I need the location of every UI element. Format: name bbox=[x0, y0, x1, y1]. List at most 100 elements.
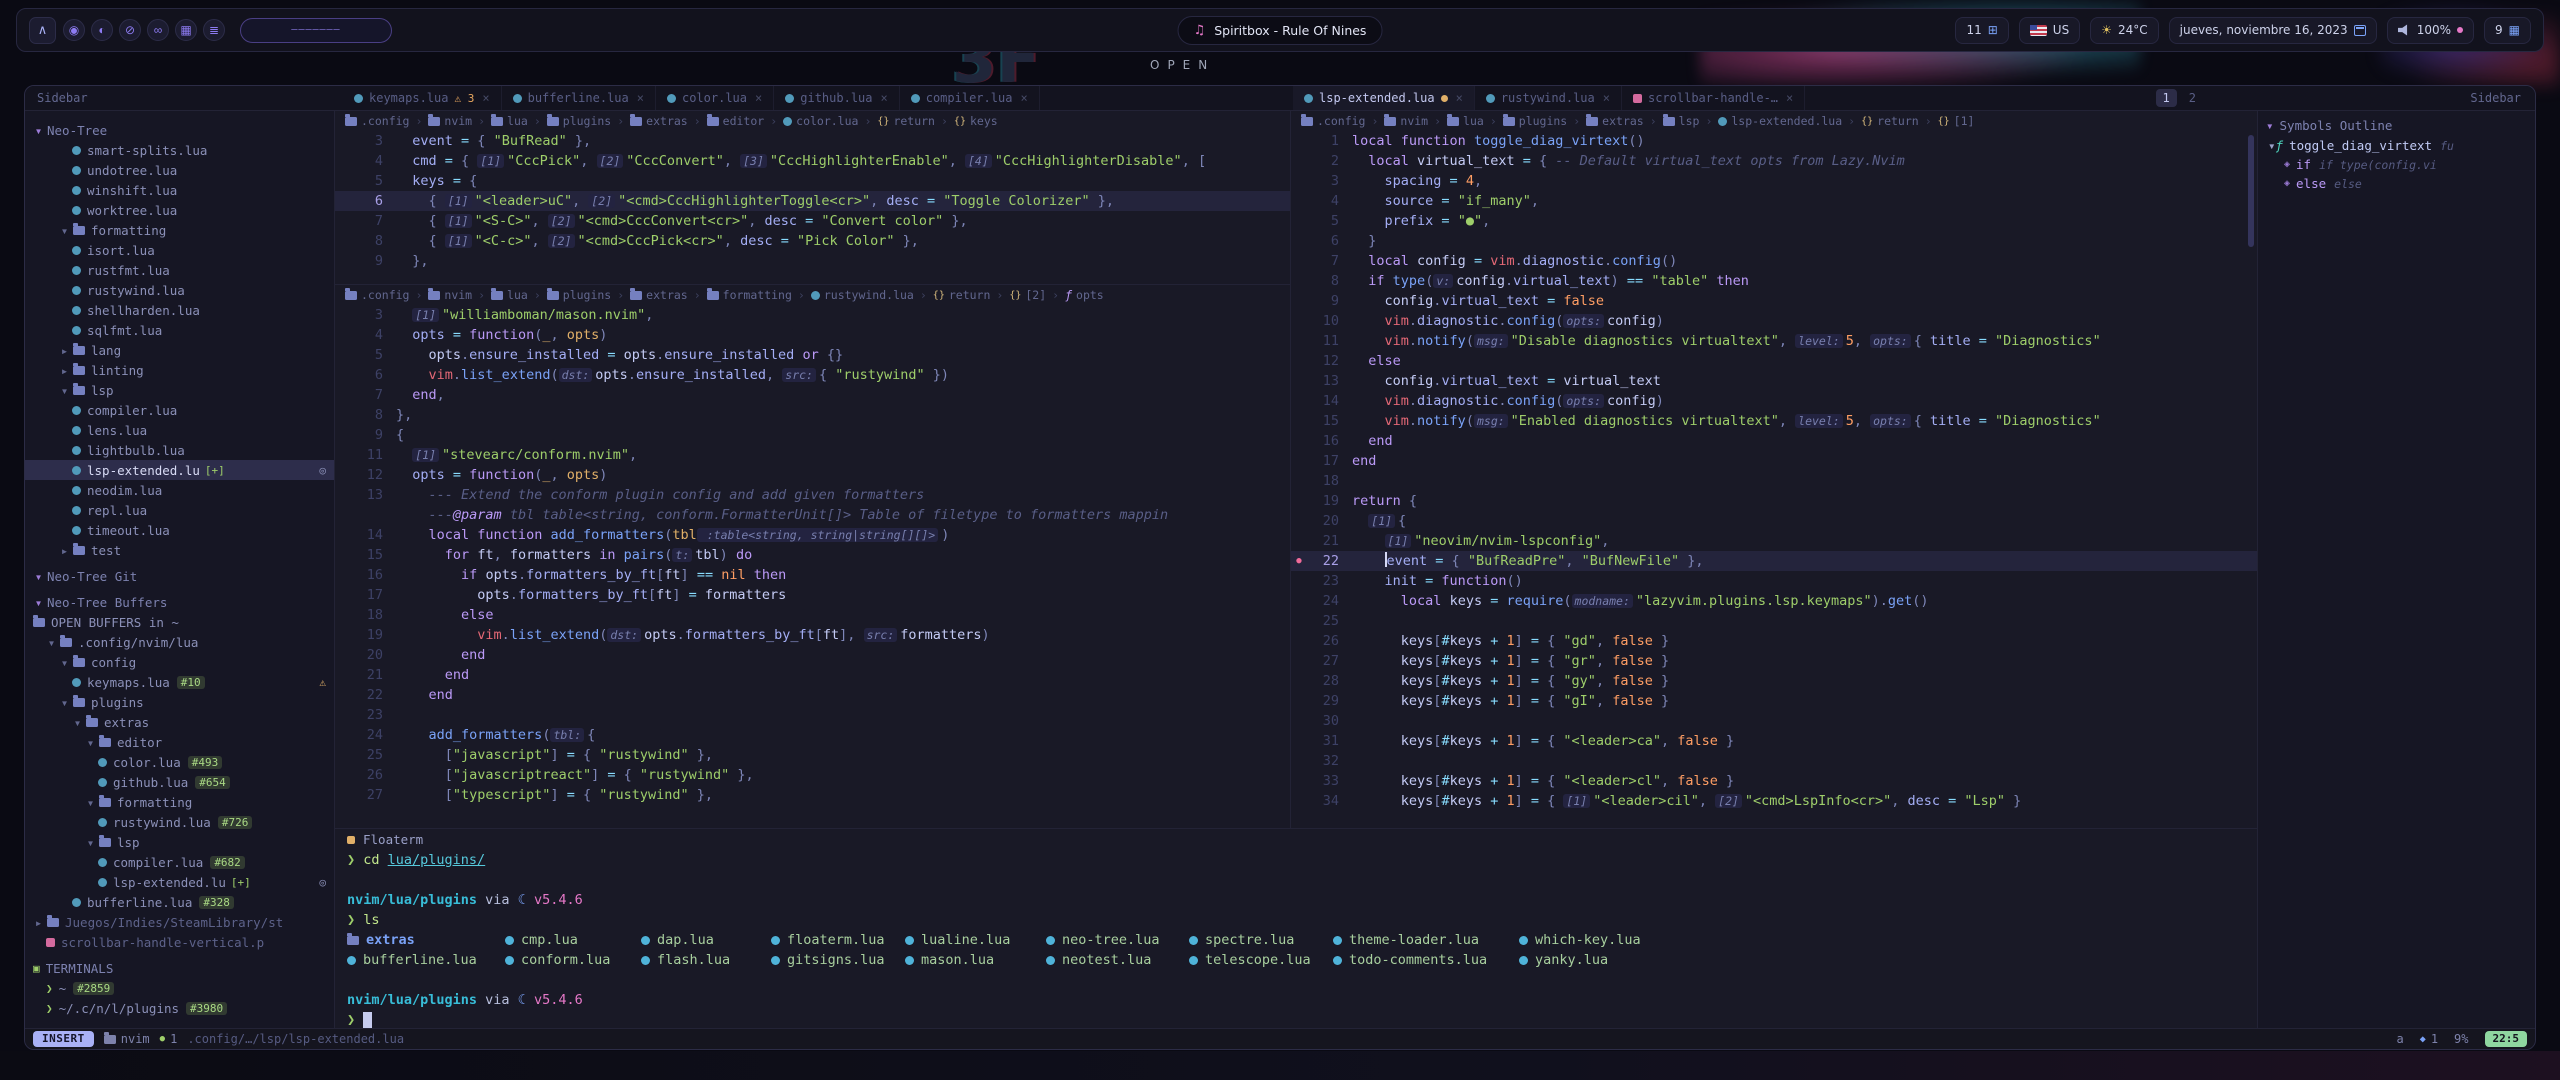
close-icon[interactable]: × bbox=[881, 91, 888, 105]
close-icon[interactable]: × bbox=[1786, 91, 1793, 105]
breadcrumb-item[interactable]: {}[1] bbox=[1938, 114, 1975, 128]
code-line[interactable]: 33 keys[#keys + 1] = { "<leader>cl", fal… bbox=[1291, 771, 2257, 791]
code-line[interactable]: 9 }, bbox=[335, 251, 1290, 271]
code-line[interactable]: 21 [1]"neovim/nvim-lspconfig", bbox=[1291, 531, 2257, 551]
symbols-outline-header[interactable]: ▾ Symbols Outline bbox=[2258, 114, 2535, 136]
tree-item[interactable]: scrollbar-handle-vertical.p bbox=[25, 932, 334, 952]
tree-section-header[interactable]: ▾Neo-Tree bbox=[25, 120, 334, 140]
floaterm-terminal[interactable]: Floaterm ❯ cd lua/plugins/nvim/lua/plugi… bbox=[335, 828, 2257, 1028]
code-line[interactable]: 25 bbox=[1291, 611, 2257, 631]
outline-item[interactable]: ▾ ƒtoggle_diag_virtextfu bbox=[2258, 136, 2535, 155]
tree-item[interactable]: ▸Juegos/Indies/SteamLibrary/st bbox=[25, 912, 334, 932]
tree-item[interactable]: ▾formatting bbox=[25, 220, 334, 240]
tree-item[interactable]: lightbulb.lua bbox=[25, 440, 334, 460]
tree-item[interactable]: undotree.lua bbox=[25, 160, 334, 180]
code-line[interactable]: 23 bbox=[335, 705, 1290, 725]
tab-page-2[interactable]: 2 bbox=[2182, 89, 2203, 107]
code-line[interactable]: 8 if type(v:config.virtual_text) == "tab… bbox=[1291, 271, 2257, 291]
bar-prompt-input[interactable]: ─────── bbox=[240, 18, 392, 43]
tree-item[interactable]: compiler.lua#682 bbox=[25, 852, 334, 872]
breadcrumb-item[interactable]: editor bbox=[707, 114, 765, 128]
code-line[interactable]: 11 [1]"stevearc/conform.nvim", bbox=[335, 445, 1290, 465]
breadcrumb-item[interactable]: lua bbox=[491, 114, 528, 128]
close-icon[interactable]: × bbox=[1456, 91, 1463, 105]
breadcrumb-item[interactable]: nvim bbox=[428, 288, 472, 302]
tree-section-header[interactable]: ▣TERMINALS bbox=[25, 958, 334, 978]
breadcrumb-item[interactable]: plugins bbox=[547, 114, 611, 128]
launcher-button[interactable]: ∧ bbox=[29, 17, 56, 44]
code-line[interactable]: 19return { bbox=[1291, 491, 2257, 511]
tab-color.lua[interactable]: color.lua× bbox=[656, 86, 774, 110]
tree-section-header[interactable]: ▾Neo-Tree Git bbox=[25, 566, 334, 586]
tree-item[interactable]: keymaps.lua#10⚠ bbox=[25, 672, 334, 692]
breadcrumb-item[interactable]: extras bbox=[1586, 114, 1644, 128]
tree-item[interactable]: ▾editor bbox=[25, 732, 334, 752]
breadcrumb-item[interactable]: ƒopts bbox=[1065, 288, 1104, 302]
code-line[interactable]: 24 local keys = require(modname:"lazyvim… bbox=[1291, 591, 2257, 611]
code-line[interactable]: 4 opts = function(_, opts) bbox=[335, 325, 1290, 345]
tree-item[interactable]: isort.lua bbox=[25, 240, 334, 260]
scrollbar-handle[interactable] bbox=[2248, 135, 2254, 247]
tab-scrollbar-handle-…[interactable]: scrollbar-handle-…× bbox=[1622, 86, 1805, 110]
code-line[interactable]: 3 spacing = 4, bbox=[1291, 171, 2257, 191]
tree-item[interactable]: rustywind.lua bbox=[25, 280, 334, 300]
tab-bufferline.lua[interactable]: bufferline.lua× bbox=[502, 86, 656, 110]
tree-item[interactable]: github.lua#654 bbox=[25, 772, 334, 792]
tree-item[interactable]: timeout.lua bbox=[25, 520, 334, 540]
notes-button[interactable]: ≣ bbox=[203, 19, 225, 41]
tree-item[interactable]: bufferline.lua#328 bbox=[25, 892, 334, 912]
code-line[interactable]: 27 ["typescript"] = { "rustywind" }, bbox=[335, 785, 1290, 805]
breadcrumb-item[interactable]: lsp bbox=[1663, 114, 1700, 128]
code-line[interactable]: 20 [1]{ bbox=[1291, 511, 2257, 531]
date-widget[interactable]: jueves, noviembre 16, 2023 bbox=[2169, 17, 2377, 44]
code-line[interactable]: 11 vim.notify(msg:"Disable diagnostics v… bbox=[1291, 331, 2257, 351]
breadcrumb-item[interactable]: lsp-extended.lua bbox=[1718, 114, 1842, 128]
keyboard-layout-widget[interactable]: US bbox=[2019, 17, 2080, 44]
breadcrumb-item[interactable]: color.lua bbox=[783, 114, 858, 128]
tree-item[interactable]: ❯~#2859 bbox=[25, 978, 334, 998]
tree-item[interactable]: ▾lsp bbox=[25, 832, 334, 852]
code-line[interactable]: 6 { [1]"<leader>uC", [2]"<cmd>CccHighlig… bbox=[335, 191, 1290, 211]
tree-item[interactable]: lens.lua bbox=[25, 420, 334, 440]
tree-item[interactable]: rustfmt.lua bbox=[25, 260, 334, 280]
close-icon[interactable]: × bbox=[755, 91, 762, 105]
code-line[interactable]: 1local function toggle_diag_virtext() bbox=[1291, 131, 2257, 151]
code-line[interactable]: 14 vim.diagnostic.config(opts:config) bbox=[1291, 391, 2257, 411]
code-line[interactable]: 16 end bbox=[1291, 431, 2257, 451]
breadcrumb-item[interactable]: nvim bbox=[1384, 114, 1428, 128]
tree-item[interactable]: ▾formatting bbox=[25, 792, 334, 812]
code-line[interactable]: 6 vim.list_extend(dst:opts.ensure_instal… bbox=[335, 365, 1290, 385]
weather-widget[interactable]: ☀ 24°C bbox=[2090, 17, 2158, 44]
code-line[interactable]: 23 init = function() bbox=[1291, 571, 2257, 591]
close-icon[interactable]: × bbox=[637, 91, 644, 105]
code-line[interactable]: 14 local function add_formatters(tbl :ta… bbox=[335, 525, 1290, 545]
volume-widget[interactable]: 100% bbox=[2387, 17, 2474, 44]
code-line[interactable]: 20 end bbox=[335, 645, 1290, 665]
outline-item[interactable]: ◈elseelse bbox=[2258, 174, 2535, 193]
updates-widget[interactable]: 11 ⊞ bbox=[1955, 17, 2008, 44]
breadcrumb-item[interactable]: formatting bbox=[707, 288, 792, 302]
code-line[interactable]: ---@param tbl table<string, conform.Form… bbox=[335, 505, 1290, 525]
breadcrumb-item[interactable]: plugins bbox=[1503, 114, 1567, 128]
code-line[interactable]: 29 keys[#keys + 1] = { "gI", false } bbox=[1291, 691, 2257, 711]
code-line[interactable]: 5 opts.ensure_installed = opts.ensure_in… bbox=[335, 345, 1290, 365]
breadcrumb-item[interactable]: {}return bbox=[1861, 114, 1919, 128]
tree-item[interactable]: ▾plugins bbox=[25, 692, 334, 712]
breadcrumb-item[interactable]: lua bbox=[1447, 114, 1484, 128]
tab-rustywind.lua[interactable]: rustywind.lua× bbox=[1475, 86, 1622, 110]
code-line[interactable]: 21 end bbox=[335, 665, 1290, 685]
code-line[interactable]: 2 local virtual_text = { -- Default virt… bbox=[1291, 151, 2257, 171]
tree-item[interactable]: color.lua#493 bbox=[25, 752, 334, 772]
tab-keymaps.lua[interactable]: keymaps.lua⚠ 3× bbox=[343, 86, 502, 110]
code-line[interactable]: 13 config.virtual_text = virtual_text bbox=[1291, 371, 2257, 391]
tree-item[interactable]: winshift.lua bbox=[25, 180, 334, 200]
breadcrumb-item[interactable]: extras bbox=[630, 114, 688, 128]
tree-item[interactable]: compiler.lua bbox=[25, 400, 334, 420]
code-line[interactable]: 7 local config = vim.diagnostic.config() bbox=[1291, 251, 2257, 271]
code-line[interactable]: 34 keys[#keys + 1] = { [1]"<leader>cil",… bbox=[1291, 791, 2257, 811]
tree-item[interactable]: shellharden.lua bbox=[25, 300, 334, 320]
code-line[interactable]: 18 else bbox=[335, 605, 1290, 625]
code-line[interactable]: 26 keys[#keys + 1] = { "gd", false } bbox=[1291, 631, 2257, 651]
code-line[interactable]: 12 else bbox=[1291, 351, 2257, 371]
code-line[interactable]: 19 vim.list_extend(dst:opts.formatters_b… bbox=[335, 625, 1290, 645]
